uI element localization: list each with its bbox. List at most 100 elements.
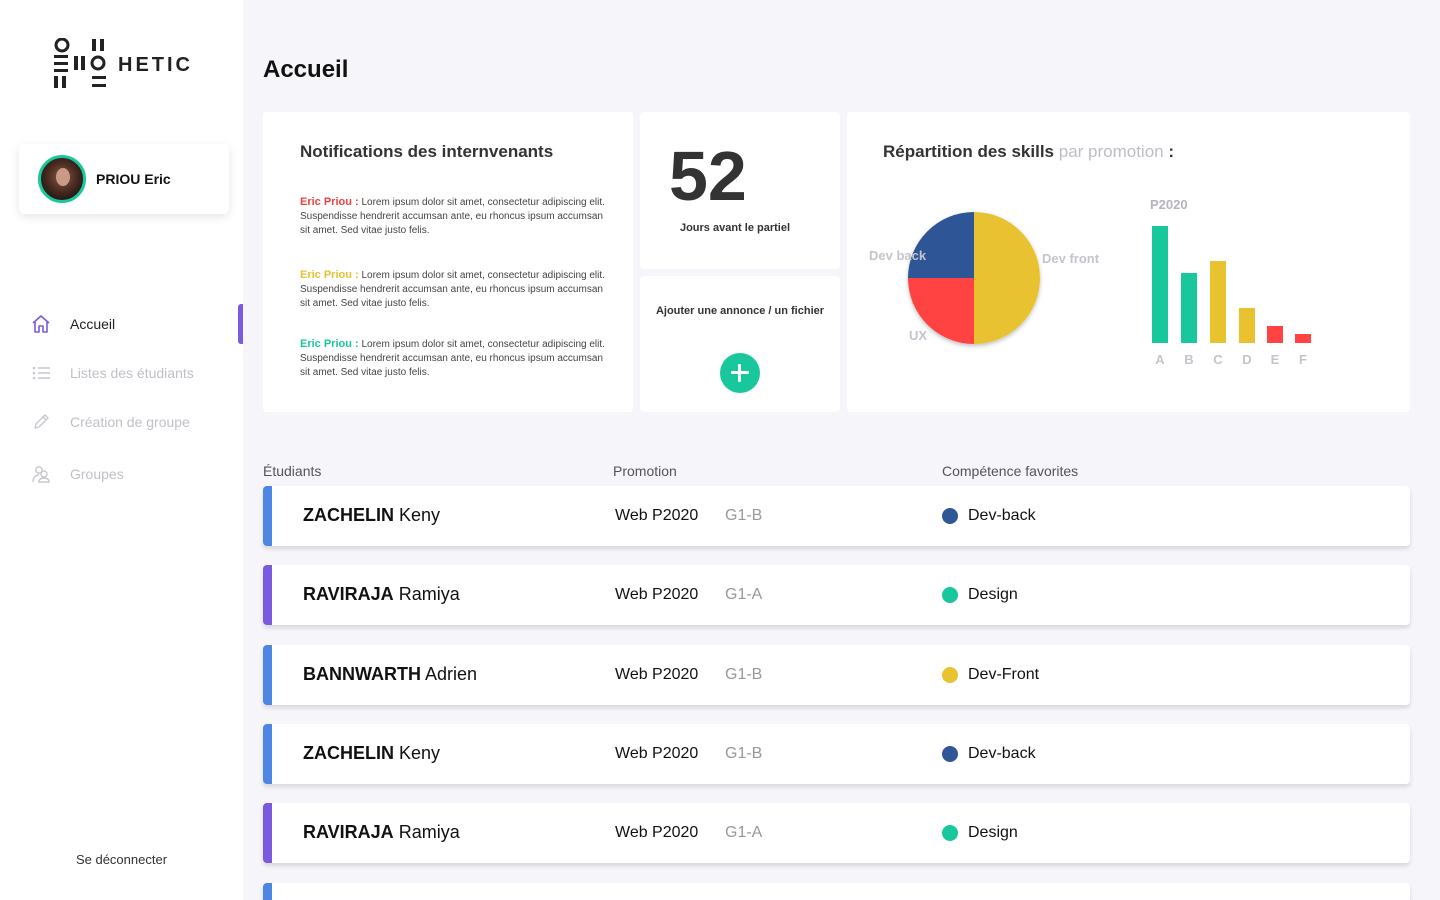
bar-tick-label: C (1213, 352, 1223, 367)
student-first-name: Keny (399, 743, 441, 763)
notification-item: Eric Priou : Lorem ipsum dolor sit amet,… (300, 195, 610, 238)
student-last-name: ZACHELIN (303, 743, 394, 763)
row-accent (263, 883, 272, 900)
student-name: RAVIRAJA Ramiya (303, 822, 460, 843)
add-announcement-button[interactable] (720, 353, 760, 393)
profile-name: PRIOU Eric (96, 171, 171, 187)
student-skill: Dev-back (968, 745, 1036, 762)
student-name: RAVIRAJA Ramiya (303, 584, 460, 605)
active-indicator (238, 304, 243, 344)
row-accent (263, 803, 272, 863)
table-row[interactable]: BANNWARTH Adrien Web P2020 G1-B Dev-Front (263, 645, 1410, 705)
sidebar: HETIC PRIOU Eric Accueil Listes des étud… (0, 0, 243, 900)
column-header-promotion: Promotion (613, 463, 677, 479)
student-last-name: ZACHELIN (303, 505, 394, 525)
nav-label: Listes des étudiants (70, 365, 194, 381)
pie-slice-dev-back (908, 212, 974, 278)
table-row[interactable]: ZACHELIN Keny Web P2020 G1-B Dev-back (263, 724, 1410, 784)
notification-item: Eric Priou : Lorem ipsum dolor sit amet,… (300, 337, 610, 380)
student-promotion: Web P2020 (615, 745, 699, 762)
student-promotion: Web P2020 (615, 824, 699, 841)
avatar[interactable] (38, 155, 86, 203)
row-accent (263, 565, 272, 625)
row-accent (263, 486, 272, 546)
student-first-name: Keny (399, 505, 441, 525)
logout-link[interactable]: Se déconnecter (0, 852, 243, 867)
skill-dot (942, 508, 958, 524)
row-accent (263, 645, 272, 705)
bar-a (1152, 226, 1168, 343)
page-title: Accueil (263, 56, 349, 83)
student-name: BANNWARTH Adrien (303, 664, 477, 685)
countdown-value: 52 (669, 137, 747, 215)
student-promotion: Web P2020 (615, 586, 699, 603)
bar-chart-title: P2020 (1150, 197, 1188, 212)
add-announcement-label: Ajouter une annonce / un fichier (655, 305, 825, 317)
nav-item-listes-etudiants[interactable]: Listes des étudiants (0, 353, 243, 393)
notification-author: Eric Priou : (300, 196, 359, 208)
profile-card[interactable]: PRIOU Eric (19, 144, 229, 214)
student-promotion: Web P2020 (615, 507, 699, 524)
student-last-name: BANNWARTH (303, 664, 421, 684)
bar-tick-label: E (1271, 352, 1280, 367)
nav-item-accueil[interactable]: Accueil (0, 304, 243, 344)
add-announcement-card: Ajouter une annonce / un fichier (640, 276, 840, 412)
nav-label: Accueil (70, 316, 116, 332)
bar-tick-label: D (1242, 352, 1251, 367)
student-skill: Design (968, 586, 1018, 603)
brand-name: HETIC (118, 54, 193, 76)
pencil-icon (34, 414, 49, 429)
bar-tick-label: B (1184, 352, 1193, 367)
bar-c (1210, 261, 1226, 343)
student-group: G1-A (725, 586, 763, 603)
student-name: ZACHELIN Keny (303, 505, 440, 526)
row-accent (263, 724, 272, 784)
table-row[interactable]: RAVIRAJA Ramiya Web P2020 G1-A Design (263, 803, 1410, 863)
column-header-skills: Compétence favorites (942, 463, 1079, 479)
notification-item: Eric Priou : Lorem ipsum dolor sit amet,… (300, 268, 610, 311)
skill-dot (942, 587, 958, 603)
pie-label: UX (909, 328, 927, 343)
bar-f (1295, 334, 1311, 343)
student-group: G1-A (725, 824, 763, 841)
student-group: G1-B (725, 507, 763, 524)
nav-label: Groupes (70, 466, 124, 482)
notifications-title: Notifications des internvenants (300, 142, 554, 161)
countdown-card: 52 Jours avant le partiel (640, 112, 840, 269)
bar-tick-label: F (1299, 352, 1307, 367)
bar-e (1267, 326, 1283, 343)
column-header-students: Étudiants (263, 463, 322, 479)
skill-dot (942, 825, 958, 841)
pie-label: Dev back (869, 248, 927, 263)
countdown-label: Jours avant le partiel (679, 222, 791, 234)
notification-author: Eric Priou : (300, 269, 359, 281)
student-skill: Dev-back (968, 507, 1036, 524)
notification-author: Eric Priou : (300, 338, 359, 350)
table-row[interactable]: ZACHELIN Keny Web P2020 G1-B Dev-back (263, 486, 1410, 546)
student-group: G1-B (725, 745, 763, 762)
notifications-card: Notifications des internvenants Eric Pri… (263, 112, 633, 412)
student-group: G1-B (725, 666, 763, 683)
student-first-name: Ramiya (398, 584, 460, 604)
table-row[interactable]: RAVIRAJA Ramiya Web P2020 G1-A Design (263, 565, 1410, 625)
skill-dot (942, 746, 958, 762)
skills-charts: Dev front UX Dev back P2020 A B C D E F (869, 197, 1311, 367)
student-promotion: Web P2020 (615, 666, 699, 683)
nav-item-creation-groupe[interactable]: Création de groupe (0, 402, 243, 442)
pie-label: Dev front (1042, 251, 1100, 266)
list-icon (32, 366, 50, 380)
student-skill: Dev-Front (968, 666, 1040, 683)
users-icon (32, 466, 50, 483)
nav-label: Création de groupe (70, 414, 190, 430)
skills-card: Répartition des skills par promotion : D… (847, 112, 1410, 412)
table-row[interactable] (263, 883, 1410, 900)
skill-dot (942, 667, 958, 683)
pie-slice-dev-front (974, 212, 1040, 344)
bar-tick-label: A (1155, 352, 1165, 367)
home-icon (32, 315, 50, 333)
nav-item-groupes[interactable]: Groupes (0, 454, 243, 494)
student-last-name: RAVIRAJA (303, 584, 394, 604)
student-first-name: Adrien (425, 664, 478, 684)
bar-d (1239, 308, 1255, 343)
student-name: ZACHELIN Keny (303, 743, 440, 764)
